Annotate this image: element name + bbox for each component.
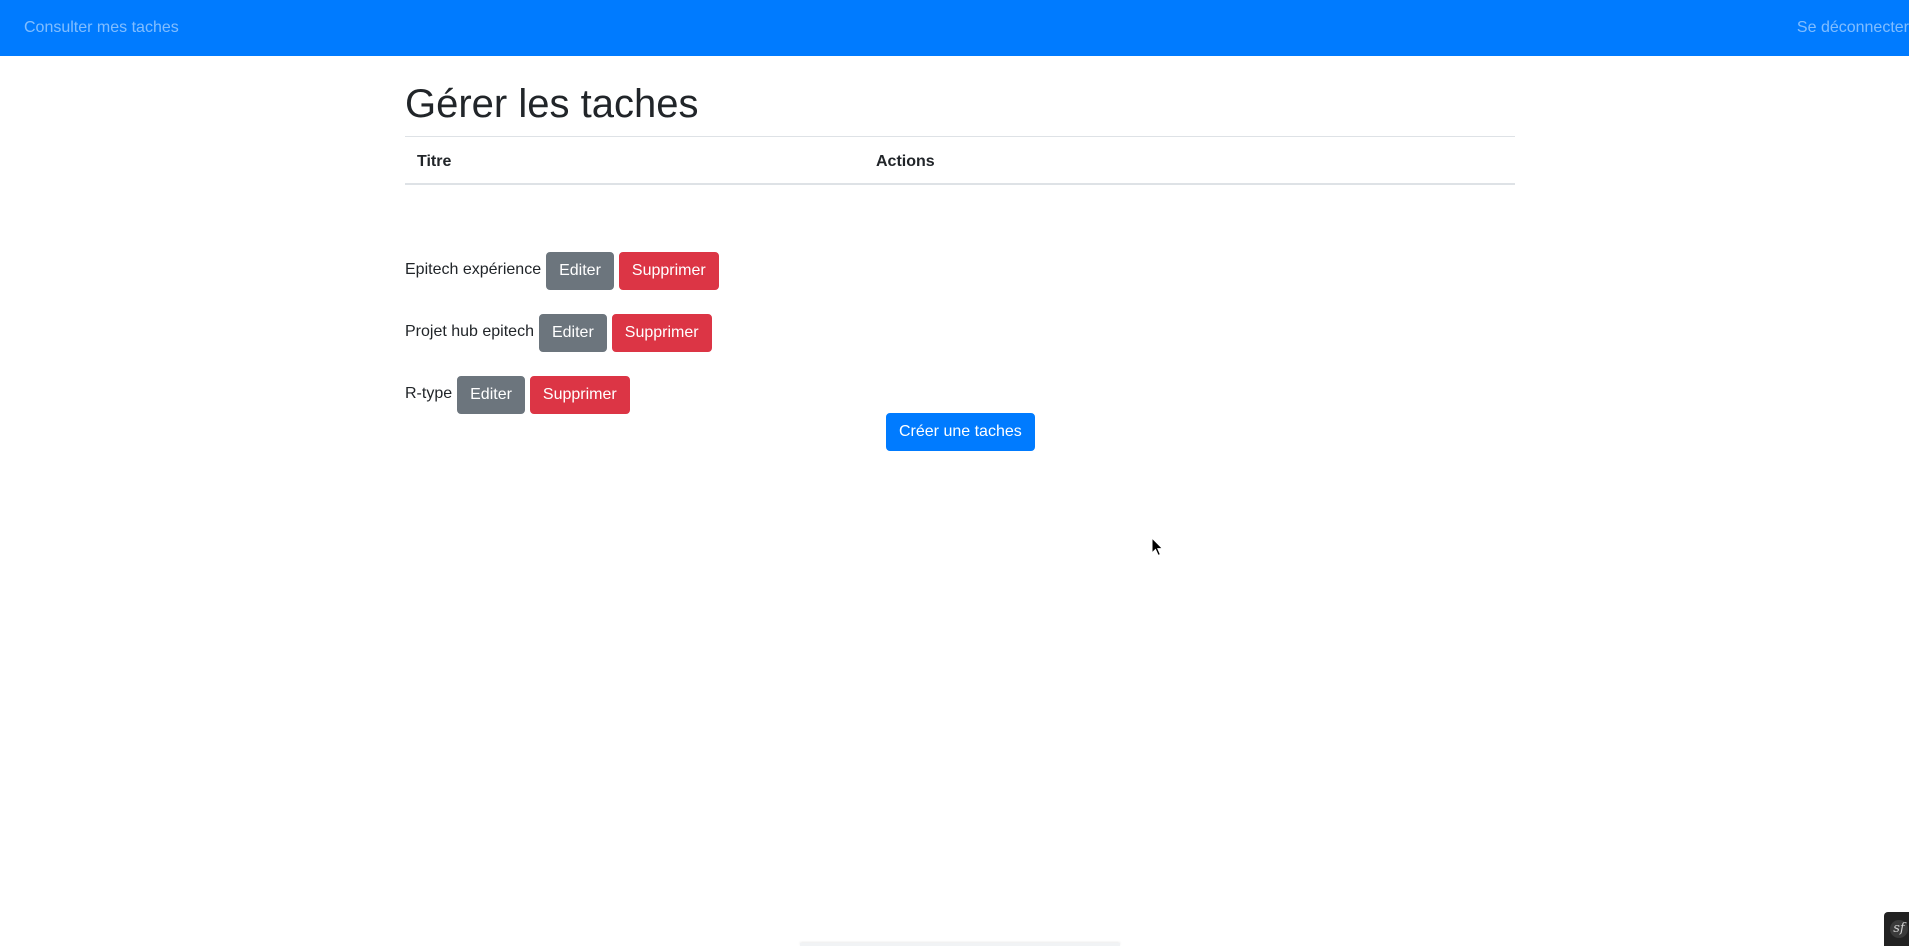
task-title: Projet hub epitech [405,323,534,340]
task-row: Epitech expérience Editer Supprimer [405,252,719,290]
edit-button[interactable]: Editer [546,252,614,290]
table-header: Titre Actions [405,136,1515,185]
logout-link[interactable]: Se déconnecter [1797,18,1909,37]
column-header-title: Titre [417,153,452,170]
task-title: R-type [405,385,453,402]
create-task-button[interactable]: Créer une taches [886,413,1035,451]
delete-button[interactable]: Supprimer [611,314,712,352]
debug-toolbar-toggle[interactable]: sf [1884,912,1909,946]
edit-button[interactable]: Editer [457,376,525,414]
top-navbar: Consulter mes taches Se déconnecter [0,0,1909,56]
delete-button[interactable]: Supprimer [618,252,719,290]
my-tasks-link[interactable]: Consulter mes taches [24,18,179,37]
task-row: R-type Editer Supprimer [405,376,630,414]
edit-button[interactable]: Editer [538,314,607,352]
delete-button[interactable]: Supprimer [529,376,630,414]
column-header-actions: Actions [876,153,935,170]
page-title: Gérer les taches [405,82,699,126]
symfony-logo-icon: sf [1890,920,1908,938]
task-row: Projet hub epitech Editer Supprimer [405,314,712,352]
task-title: Epitech expérience [405,261,542,278]
mouse-cursor-icon [1151,537,1164,557]
